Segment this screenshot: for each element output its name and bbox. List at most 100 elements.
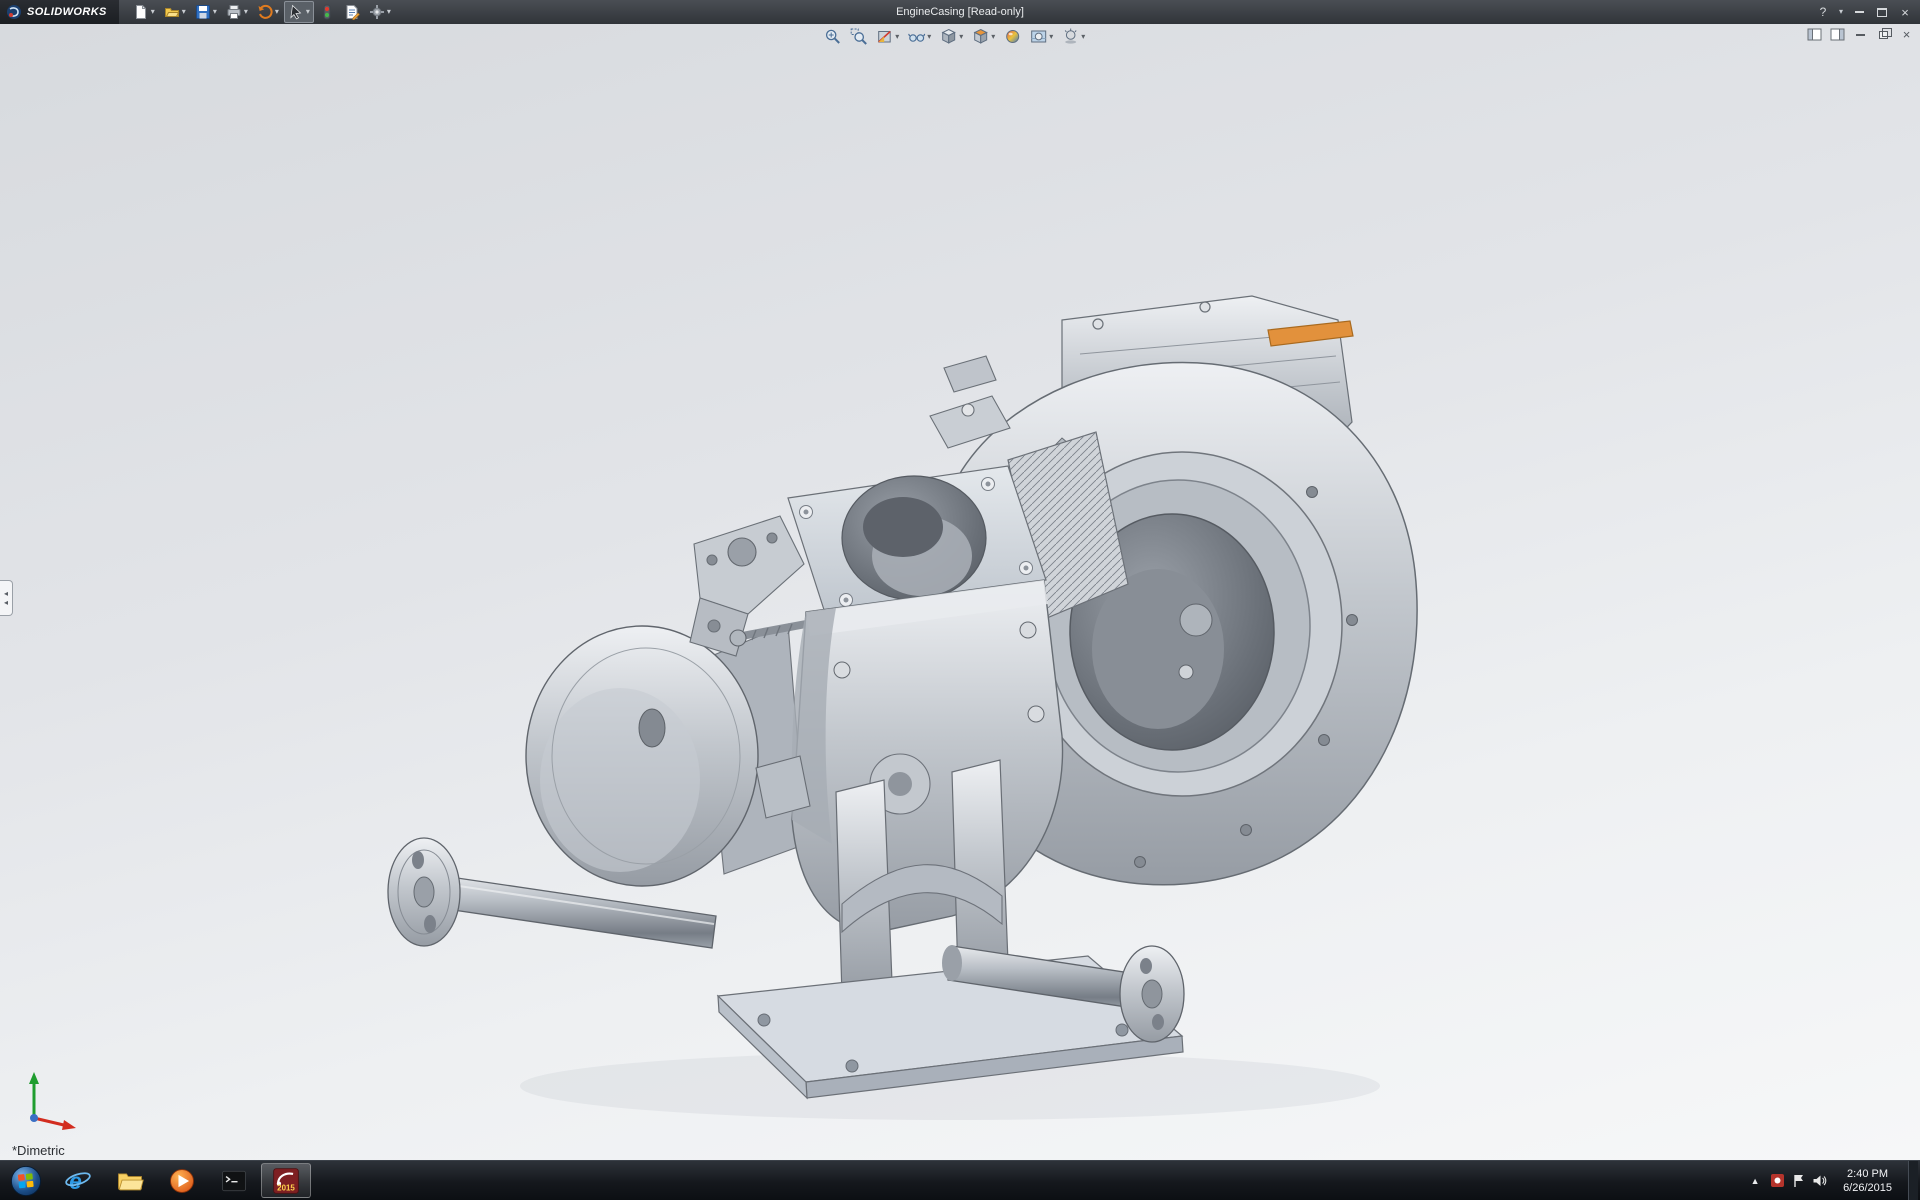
chevron-down-icon[interactable]: ▾ [387,8,391,16]
solidworks-window: SOLIDWORKS ▾ ▾ ▾ ▾ ▾ [0,0,1920,1200]
glasses-icon [908,28,925,45]
taskbar-command-prompt[interactable] [208,1161,260,1200]
task-pane-button[interactable] [1830,27,1845,42]
maximize-button[interactable] [1875,5,1889,19]
speaker-icon [1812,1173,1827,1188]
close-button[interactable]: × [1898,5,1912,19]
doc-close-button[interactable]: × [1899,27,1914,42]
zoom-to-fit-button[interactable] [823,27,842,46]
document-window-controls: × [1807,27,1914,42]
open-button[interactable]: ▾ [160,1,190,23]
view-orientation-label: *Dimetric [12,1143,65,1158]
svg-text:2015: 2015 [277,1183,295,1192]
chevron-down-icon[interactable]: ▾ [244,8,248,16]
apply-scene-icon [1030,28,1047,45]
collapse-arrow-icon: ◂ [4,590,8,598]
solidworks-logo: SOLIDWORKS [0,0,119,24]
solidworks-app-icon: 2015 [271,1166,301,1196]
standard-toolbar: ▾ ▾ ▾ ▾ ▾ ▾ [119,1,395,23]
undo-button[interactable]: ▾ [253,1,283,23]
tray-generic-red-icon [1770,1173,1785,1188]
tray-expand-icon: ▲ [1751,1176,1760,1186]
clock-date: 6/26/2015 [1843,1181,1892,1195]
heads-up-view-toolbar: ▾ ▾ ▾ ▾ ▾ ▾ [823,27,1086,46]
save-icon [195,4,211,20]
chevron-down-icon[interactable]: ▾ [895,33,899,41]
view-settings-button[interactable]: ▾ [1061,27,1086,46]
chevron-down-icon[interactable]: ▾ [1081,33,1085,41]
dassault-3ds-icon [6,4,22,20]
feature-manager-pane-button[interactable] [1807,27,1822,42]
file-properties-icon [344,4,360,20]
tray-volume[interactable] [1812,1173,1827,1188]
maximize-icon [1877,8,1887,17]
zoom-to-fit-icon [824,28,841,45]
titlebar: SOLIDWORKS ▾ ▾ ▾ ▾ ▾ [0,0,1920,24]
options-button[interactable]: ▾ [365,1,395,23]
chevron-down-icon[interactable]: ▾ [151,8,155,16]
chevron-down-icon[interactable]: ▾ [991,33,995,41]
chevron-down-icon[interactable]: ▾ [959,33,963,41]
hide-show-items-button[interactable]: ▾ [907,27,932,46]
rebuild-stoplight-icon [319,4,335,20]
taskbar-solidworks[interactable]: 2015 [261,1163,311,1198]
minimize-button[interactable] [1852,5,1866,19]
edit-appearance-button[interactable] [1003,27,1022,46]
chevron-down-icon[interactable]: ▾ [927,33,931,41]
minimize-icon [1856,34,1865,36]
taskbar-media-player[interactable] [156,1161,208,1200]
new-document-icon [133,4,149,20]
chevron-down-icon[interactable]: ▾ [182,8,186,16]
taskbar: e [0,1160,1920,1200]
rebuild-button[interactable] [315,1,339,23]
close-icon: × [1903,28,1911,41]
start-button[interactable] [0,1161,52,1200]
graphics-area[interactable]: ▾ ▾ ▾ ▾ ▾ ▾ [0,24,1920,1160]
show-hidden-icons-button[interactable]: ▲ [1746,1176,1764,1186]
chevron-down-icon[interactable]: ▾ [1049,33,1053,41]
tray-app-icon-red[interactable] [1770,1173,1785,1188]
svg-text:e: e [69,1167,82,1193]
minimize-icon [1855,11,1864,13]
doc-minimize-button[interactable] [1853,27,1868,42]
help-button[interactable]: ? [1816,5,1830,19]
pane-left-icon [1807,27,1822,42]
taskbar-file-explorer[interactable] [104,1161,156,1200]
section-view-button[interactable]: ▾ [875,27,900,46]
chevron-down-icon[interactable]: ▾ [275,8,279,16]
feature-manager-collapse-tab[interactable]: ◂ ◂ [0,580,13,616]
restore-icon [1879,31,1888,39]
folder-icon [115,1166,145,1196]
undo-icon [257,4,273,20]
file-properties-button[interactable] [340,1,364,23]
command-prompt-icon [219,1166,249,1196]
chevron-down-icon[interactable]: ▾ [213,8,217,16]
taskbar-internet-explorer[interactable]: e [52,1161,104,1200]
close-icon: × [1901,6,1909,19]
window-controls: ? ▾ × [1816,5,1920,19]
tray-action-center[interactable] [1791,1173,1806,1188]
print-button[interactable]: ▾ [222,1,252,23]
chevron-down-icon[interactable]: ▾ [306,8,310,16]
zoom-to-area-button[interactable] [849,27,868,46]
apply-scene-button[interactable]: ▾ [1029,27,1054,46]
show-desktop-button[interactable] [1908,1161,1918,1200]
brand-text: SOLIDWORKS [27,6,107,18]
select-tool-button[interactable]: ▾ [284,1,314,23]
options-gear-icon [369,4,385,20]
system-tray: ▲ 2:40 PM 6/26/2015 [1746,1161,1920,1200]
taskbar-clock[interactable]: 2:40 PM 6/26/2015 [1833,1167,1902,1195]
engine-casing-model[interactable] [0,24,1920,1160]
display-style-button[interactable]: ▾ [939,27,964,46]
appearance-ball-icon [1004,28,1021,45]
chevron-down-icon[interactable]: ▾ [1839,8,1843,16]
internet-explorer-icon: e [63,1166,93,1196]
view-settings-icon [1062,28,1079,45]
save-button[interactable]: ▾ [191,1,221,23]
doc-restore-button[interactable] [1876,27,1891,42]
section-view-icon [876,28,893,45]
view-orientation-button[interactable]: ▾ [971,27,996,46]
new-document-button[interactable]: ▾ [129,1,159,23]
windows-start-icon [10,1165,42,1197]
orientation-triad[interactable] [16,1064,86,1134]
